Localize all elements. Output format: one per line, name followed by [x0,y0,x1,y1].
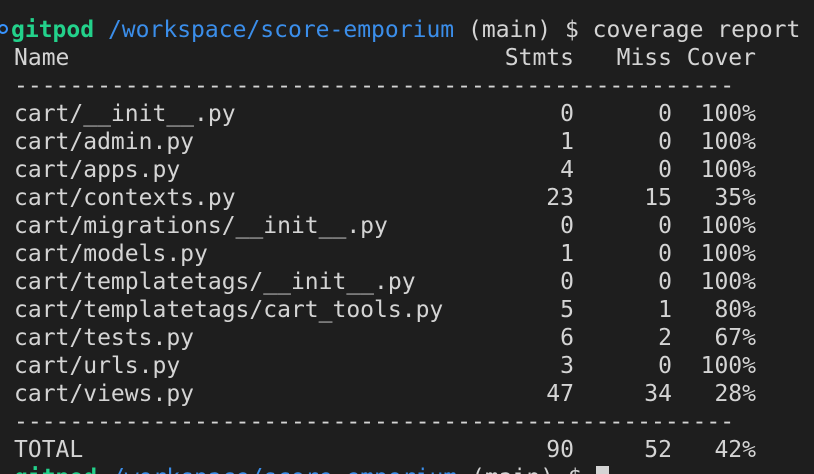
row-cover: 100% [700,213,756,239]
row-name: cart/apps.py [14,157,181,183]
row-miss: 0 [658,353,672,379]
prompt-branch: (main) [468,17,552,43]
total-miss: 52 [644,437,672,463]
table-row: cart/__init__.py 0 0 100% [14,100,794,128]
row-cover: 100% [700,101,756,127]
row-name: cart/templatetags/__init__.py [14,269,416,295]
row-stmts: 0 [560,213,574,239]
header-miss: Miss [616,45,672,71]
row-cover: 100% [700,269,756,295]
row-miss: 0 [658,157,672,183]
table-row: cart/admin.py 1 0 100% [14,128,794,156]
row-stmts: 4 [560,157,574,183]
row-name: cart/templatetags/cart_tools.py [14,297,444,323]
row-name: cart/urls.py [14,353,181,379]
cursor [595,466,609,474]
status-dot-icon [0,23,8,34]
row-name: cart/admin.py [14,129,195,155]
row-name: cart/models.py [14,241,208,267]
row-stmts: 1 [560,241,574,267]
row-stmts: 0 [560,101,574,127]
row-miss: 15 [644,185,672,211]
prompt-symbol: $ [564,17,579,43]
header-name: Name [14,45,70,71]
row-name: cart/__init__.py [14,101,236,127]
row-name: cart/contexts.py [14,185,236,211]
row-cover: 100% [700,353,756,379]
table-row: cart/tests.py 6 2 67% [14,324,794,352]
row-cover: 100% [700,129,756,155]
table-row: cart/templatetags/cart_tools.py 5 1 80% [14,296,794,324]
row-miss: 0 [658,241,672,267]
row-stmts: 3 [560,353,574,379]
divider-top: ----------------------------------------… [14,73,735,99]
row-miss: 0 [658,213,672,239]
next-prompt-user: gitpod [14,465,97,474]
row-cover: 100% [700,241,756,267]
row-miss: 0 [658,269,672,295]
total-stmts: 90 [546,437,574,463]
row-cover: 35% [714,185,756,211]
table-row: cart/urls.py 3 0 100% [14,352,794,380]
header-stmts: Stmts [504,45,574,71]
row-cover: 80% [714,297,756,323]
next-prompt-branch: (main) [471,465,554,474]
terminal-window[interactable]: gitpod /workspace/score-emporium (main) … [0,0,814,474]
next-prompt-line[interactable]: gitpod /workspace/score-emporium (main) … [14,464,609,474]
table-row: cart/models.py 1 0 100% [14,240,794,268]
divider-bottom: ----------------------------------------… [14,409,735,435]
row-cover: 100% [700,157,756,183]
table-row: cart/apps.py 4 0 100% [14,156,794,184]
row-miss: 2 [658,325,672,351]
row-stmts: 47 [546,381,574,407]
row-miss: 1 [658,297,672,323]
row-cover: 67% [714,325,756,351]
total-row: TOTAL 90 52 42% [14,436,794,464]
row-name: cart/views.py [14,381,195,407]
row-name: cart/tests.py [14,325,195,351]
row-stmts: 23 [546,185,574,211]
prompt-user: gitpod [11,17,95,43]
table-header: Name Stmts Miss Cover [14,44,794,72]
total-name: TOTAL [14,437,84,463]
table-row: cart/contexts.py 23 15 35% [14,184,794,212]
row-name: cart/migrations/__init__.py [14,213,388,239]
table-row: cart/views.py 47 34 28% [14,380,794,408]
prompt-line: gitpod /workspace/score-emporium (main) … [0,16,800,44]
prompt-path: /workspace/score-emporium [107,17,455,43]
header-cover: Cover [686,45,756,71]
table-row: cart/templatetags/__init__.py 0 0 100% [14,268,794,296]
next-prompt-path: /workspace/score-emporium [111,465,457,474]
row-miss: 34 [644,381,672,407]
row-miss: 0 [658,101,672,127]
row-stmts: 6 [560,325,574,351]
row-miss: 0 [658,129,672,155]
row-cover: 28% [714,381,756,407]
total-cover: 42% [714,437,756,463]
table-row: cart/migrations/__init__.py 0 0 100% [14,212,794,240]
row-stmts: 0 [560,269,574,295]
next-prompt-symbol: $ [568,465,582,474]
command-text: coverage report [592,17,801,43]
row-stmts: 5 [560,297,574,323]
row-stmts: 1 [560,129,574,155]
